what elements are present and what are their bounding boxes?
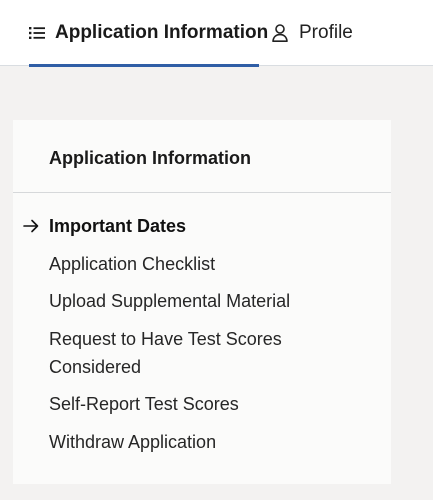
sidebar-item-label: Important Dates xyxy=(49,216,187,236)
top-nav-bar: Application Information Profile xyxy=(0,0,433,67)
sidebar-item-application-checklist[interactable]: Application Checklist xyxy=(13,250,309,278)
person-icon xyxy=(272,24,288,42)
sidebar-item-upload-supplemental-material[interactable]: Upload Supplemental Material xyxy=(13,287,309,315)
sidebar-item-important-dates[interactable]: Important Dates xyxy=(13,212,309,240)
divider xyxy=(13,192,391,193)
sidebar-item-label: Withdraw Application xyxy=(49,431,217,452)
sidebar-nav-list: Important Dates Application Checklist Up… xyxy=(13,212,391,465)
sidebar-item-label: Application Checklist xyxy=(49,253,216,274)
sidebar-item-withdraw-application[interactable]: Withdraw Application xyxy=(13,428,309,456)
tab-label: Profile xyxy=(299,22,353,43)
tab-label: Application Information xyxy=(55,22,269,43)
tab-profile[interactable]: Profile xyxy=(272,0,362,66)
sidebar-item-request-test-scores-considered[interactable]: Request to Have Test Scores Considered xyxy=(13,325,309,381)
sidebar-item-self-report-test-scores[interactable]: Self-Report Test Scores xyxy=(13,390,309,418)
tab-application-information[interactable]: Application Information xyxy=(29,0,268,67)
arrow-right-icon xyxy=(23,219,39,233)
sidebar-item-label: Self-Report Test Scores xyxy=(49,394,239,414)
sidebar-item-label: Upload Supplemental Material xyxy=(49,291,291,311)
application-sidebar-card: Application Information Important Dates … xyxy=(13,120,391,484)
sidebar-title: Application Information xyxy=(49,148,251,168)
list-icon xyxy=(29,26,45,40)
sidebar-item-label: Request to Have Test Scores Considered xyxy=(49,328,282,377)
